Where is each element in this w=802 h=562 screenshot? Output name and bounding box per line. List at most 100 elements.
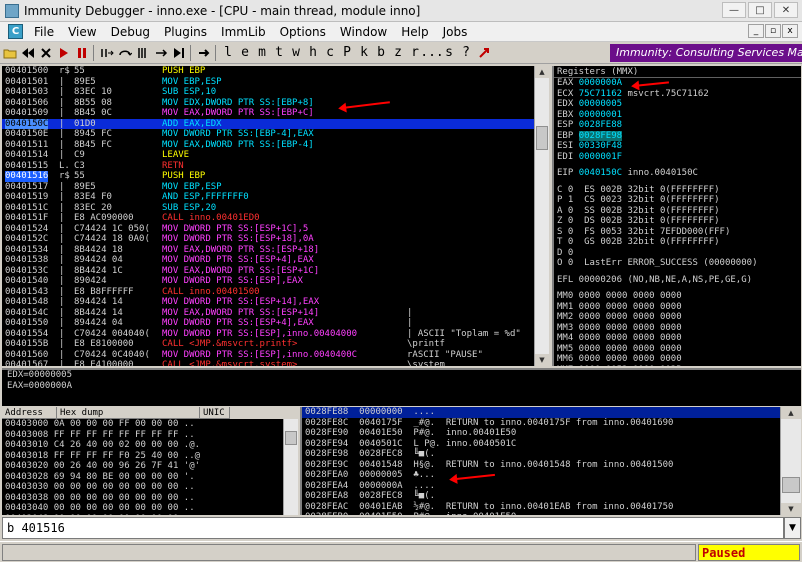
toolbar-ellipsis-button[interactable]: ... — [420, 44, 443, 62]
toolbar-e-button[interactable]: e — [237, 44, 253, 62]
flag-row[interactable]: Z 0 DS 002B 32bit 0(FFFFFFFF) — [554, 216, 801, 227]
disasm-row[interactable]: 00401560 | C70424 0C4040(MOV DWORD PTR SS:… — [2, 350, 549, 361]
run-icon[interactable] — [55, 44, 72, 62]
python-shell-icon[interactable] — [475, 44, 492, 62]
disasm-row[interactable]: 00401515 L. C3 RETN — [2, 161, 549, 172]
dump-scroll-thumb[interactable] — [285, 431, 297, 445]
stack-row[interactable]: 0028FE94 0040501C L P@. inno.0040501C — [302, 439, 780, 450]
toolbar-m-button[interactable]: m — [254, 44, 270, 62]
flag-row[interactable]: T 0 GS 002B 32bit 0(FFFFFFFF) — [554, 237, 801, 248]
toolbar-l-button[interactable]: l — [220, 44, 236, 62]
dump-col-unicode[interactable]: UNIC — [200, 407, 230, 419]
dump-row[interactable]: 00403040 00 00 00 00 00 00 00 00 .. — [2, 503, 298, 514]
disassembly-scrollbar[interactable]: ▲ ▼ — [534, 66, 549, 366]
dump-row[interactable]: 00403028 69 94 80 BE 00 00 00 00 '. — [2, 472, 298, 483]
flag-row[interactable]: O 0 LastErr ERROR_SUCCESS (00000000) — [554, 258, 801, 269]
register-value[interactable]: 75C71162 — [579, 89, 622, 99]
disasm-row[interactable]: 00401514 | C9 LEAVE — [2, 150, 549, 161]
disasm-row[interactable]: 00401509 | 8B45 0C MOV EAX,DWORD PTR SS:[EB… — [2, 108, 549, 119]
close-button[interactable]: ✕ — [774, 2, 798, 18]
dump-scrollbar[interactable] — [283, 419, 298, 515]
stack-row[interactable]: 0028FEA4 0000000A .... — [302, 481, 780, 492]
pause-icon[interactable] — [73, 44, 90, 62]
toolbar-t-button[interactable]: t — [271, 44, 287, 62]
register-value[interactable]: 0028FE88 — [579, 120, 622, 130]
execute-till-return-icon[interactable] — [170, 44, 187, 62]
stack-scroll-up-icon[interactable]: ▲ — [781, 407, 801, 419]
hex-dump-pane[interactable]: Address Hex dump UNIC 00403000 0A 00 00 … — [2, 407, 298, 515]
toolbar-z-button[interactable]: z — [390, 44, 406, 62]
menu-debug[interactable]: Debug — [104, 25, 157, 39]
open-folder-icon[interactable] — [1, 44, 18, 62]
efl-row[interactable]: EFL 00000206 (NO,NB,NE,A,NS,PE,GE,G) — [554, 275, 801, 286]
toolbar-k-button[interactable]: k — [356, 44, 372, 62]
mmx-row[interactable]: MM7 0000 0053 0000 002B — [554, 365, 801, 367]
menu-plugins[interactable]: Plugins — [157, 25, 214, 39]
rewind-icon[interactable] — [19, 44, 36, 62]
mmx-row[interactable]: MM5 0000 0000 0000 0000 — [554, 344, 801, 355]
register-row[interactable]: ESI 00330F48 — [554, 141, 801, 152]
toolbar-p-button[interactable]: P — [339, 44, 355, 62]
toolbar-h-button[interactable]: h — [305, 44, 321, 62]
disasm-row[interactable]: 0040154C | 8B4424 14 MOV EAX,DWORD PTR SS:[… — [2, 308, 549, 319]
stack-pane[interactable]: 0028FE88 00000000 .... 0028FE8C 0040175F … — [300, 407, 780, 515]
stack-row[interactable]: 0028FEB0 00401E50 P#@. inno.00401E50 — [302, 512, 780, 515]
disasm-row[interactable]: 00401506 | 8B55 08 MOV EDX,DWORD PTR SS:[EB… — [2, 98, 549, 109]
register-row[interactable]: ECX 75C71162 msvcrt.75C71162 — [554, 89, 801, 100]
cpu-window-icon[interactable]: C — [8, 24, 23, 39]
command-input[interactable]: b 401516 — [2, 517, 784, 539]
register-row[interactable]: ESP 0028FE88 — [554, 120, 801, 131]
register-row-eip[interactable]: EIP 0040150C inno.0040150C — [554, 168, 801, 179]
mmx-row[interactable]: MM6 0000 0000 0000 0000 — [554, 354, 801, 365]
disasm-row[interactable]: 0040151C | 83EC 20 SUB ESP,20 — [2, 203, 549, 214]
register-value[interactable]: 0040150C — [579, 168, 622, 178]
command-history-dropdown[interactable]: ▼ — [784, 517, 801, 539]
dump-row[interactable]: 00403030 00 00 00 00 00 00 00 00 .. — [2, 482, 298, 493]
disasm-row[interactable]: 0040153C | 8B4424 1C MOV EAX,DWORD PTR SS:[… — [2, 266, 549, 277]
dump-row[interactable]: 00403048 00 00 00 00 00 00 00 00 .. — [2, 514, 298, 516]
register-value[interactable]: 00330F48 — [579, 141, 622, 151]
disasm-row[interactable]: 00401534 | 8B4424 18 MOV EAX,DWORD PTR SS:[… — [2, 245, 549, 256]
disasm-row[interactable]: 00401543 | E8 B8FFFFFF CALL inno.00401500 — [2, 287, 549, 298]
menu-jobs[interactable]: Jobs — [436, 25, 475, 39]
disasm-row[interactable]: 0040150C | 01D0 ADD EAX,EDX — [2, 118, 549, 129]
register-row[interactable]: EBX 00000001 — [554, 110, 801, 121]
register-value[interactable]: 0028FE98 — [578, 130, 623, 141]
step-over-icon[interactable] — [116, 44, 133, 62]
disasm-row[interactable]: 00401516 r$ 55 PUSH EBP — [2, 171, 549, 182]
dump-col-address[interactable]: Address — [2, 407, 57, 419]
menu-window[interactable]: Window — [333, 25, 394, 39]
goto-address-icon[interactable] — [195, 44, 212, 62]
close-process-icon[interactable] — [37, 44, 54, 62]
mmx-row[interactable]: MM4 0000 0000 0000 0000 — [554, 333, 801, 344]
mmx-row[interactable]: MM1 0000 0000 0000 0000 — [554, 302, 801, 313]
stack-row[interactable]: 0028FE88 00000000 .... — [302, 407, 780, 418]
maximize-button[interactable]: □ — [748, 2, 772, 18]
register-value[interactable]: 00000001 — [579, 110, 622, 120]
flag-row[interactable]: S 0 FS 0053 32bit 7EFDD000(FFF) — [554, 227, 801, 238]
toolbar-w-button[interactable]: w — [288, 44, 304, 62]
scroll-down-icon[interactable]: ▼ — [535, 354, 549, 366]
disasm-row[interactable]: 00401548 | 894424 14 MOV DWORD PTR SS:[ESP+… — [2, 297, 549, 308]
toolbar-b-button[interactable]: b — [373, 44, 389, 62]
dump-row[interactable]: 00403010 C4 26 40 00 02 00 00 00 .@. — [2, 440, 298, 451]
trace-into-icon[interactable] — [134, 44, 151, 62]
disasm-row[interactable]: 00401517 | 89E5 MOV EBP,ESP — [2, 182, 549, 193]
disasm-row[interactable]: 0040150E | 8945 FC MOV DWORD PTR SS:[EBP-4]… — [2, 129, 549, 140]
flag-row[interactable]: A 0 SS 002B 32bit 0(FFFFFFFF) — [554, 206, 801, 217]
stack-row[interactable]: 0028FE9C 00401548 H§@. RETURN to inno.00… — [302, 460, 780, 471]
disasm-row[interactable]: 00401501 | 89E5 MOV EBP,ESP — [2, 77, 549, 88]
child-restore-button[interactable]: ▫ — [765, 24, 781, 38]
stack-row[interactable]: 0028FEA8 0028FEC8 ╚■(. — [302, 491, 780, 502]
disasm-row[interactable]: 00401567 | E8 E4100000 CALL <JMP.&msvcrt.sy… — [2, 360, 549, 366]
mmx-row[interactable]: MM3 0000 0000 0000 0000 — [554, 323, 801, 334]
register-value[interactable]: 0000000A — [579, 78, 622, 88]
dump-row[interactable]: 00403020 00 26 40 00 96 26 7F 41 '@' — [2, 461, 298, 472]
mmx-row[interactable]: MM0 0000 0000 0000 0000 — [554, 291, 801, 302]
disasm-row[interactable]: 00401540 | 890424 MOV DWORD PTR SS:[ESP],EA… — [2, 276, 549, 287]
register-row[interactable]: EDX 00000005 — [554, 99, 801, 110]
menu-immlib[interactable]: ImmLib — [214, 25, 273, 39]
scroll-up-icon[interactable]: ▲ — [535, 66, 549, 78]
flag-row[interactable]: C 0 ES 002B 32bit 0(FFFFFFFF) — [554, 185, 801, 196]
flag-row[interactable]: D 0 — [554, 248, 801, 259]
